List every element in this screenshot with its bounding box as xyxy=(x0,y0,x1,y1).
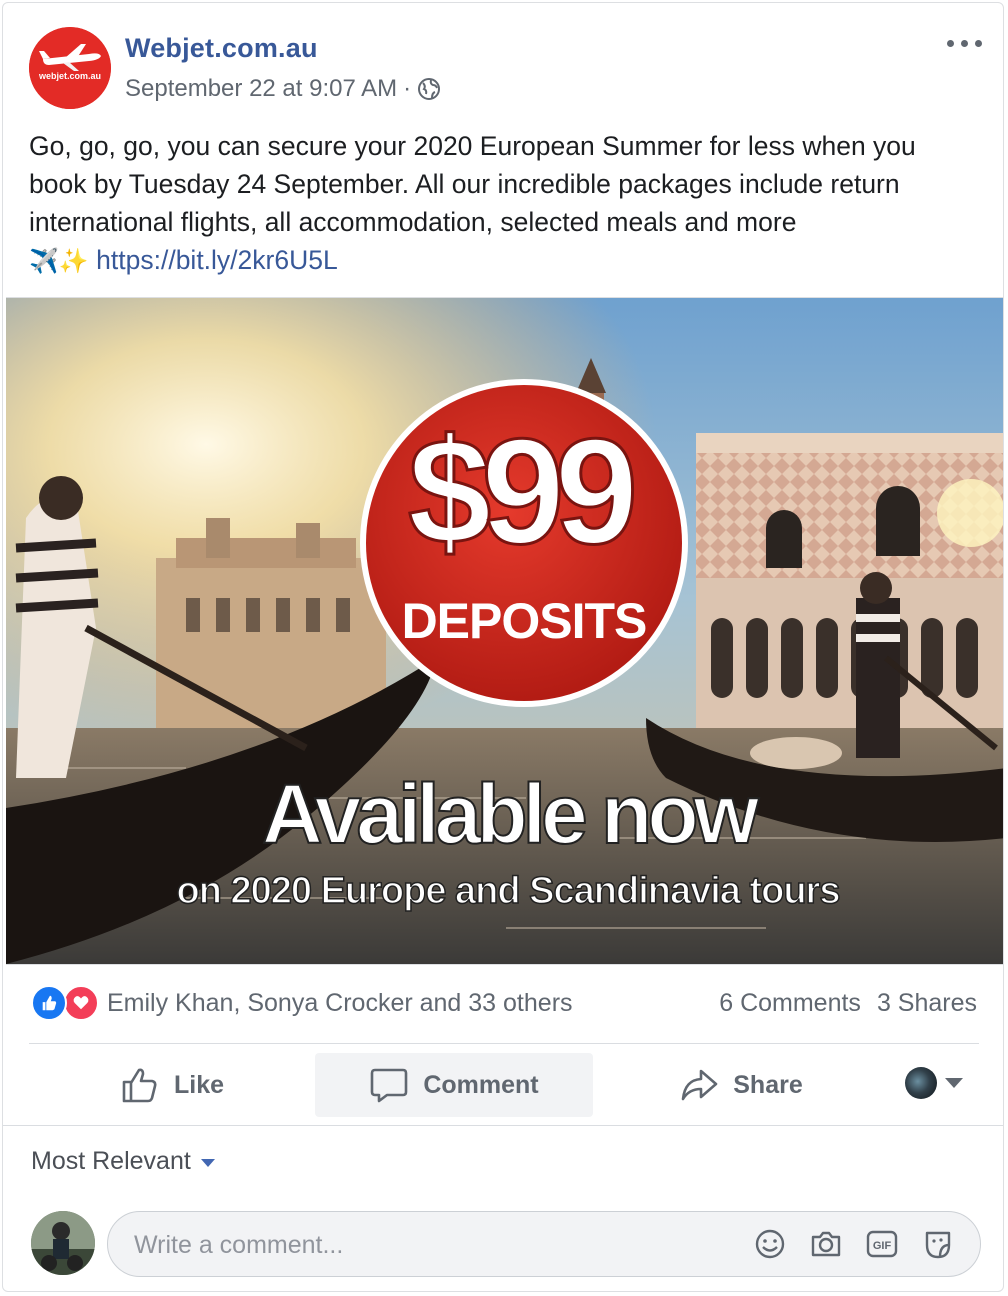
post-link[interactable]: https://bit.ly/2kr6U5L xyxy=(96,245,338,275)
comment-composer: GIF xyxy=(107,1211,981,1278)
post-image[interactable]: $99 DEPOSITS Available now on 2020 Europ… xyxy=(6,297,1003,965)
caret-down-icon xyxy=(200,1158,215,1167)
comment-sort-dropdown[interactable]: Most Relevant xyxy=(31,1147,215,1176)
post-meta: September 22 at 9:07 AM · xyxy=(125,75,441,103)
reaction-summary[interactable]: Emily Khan, Sonya Crocker and 33 others xyxy=(31,985,573,1021)
more-options-icon[interactable] xyxy=(945,31,985,55)
post-timestamp[interactable]: September 22 at 9:07 AM xyxy=(125,75,397,103)
comment-input[interactable] xyxy=(132,1212,716,1278)
subline-text: on 2020 Europe and Scandinavia tours xyxy=(177,870,840,912)
shares-count[interactable]: 3 Shares xyxy=(877,989,977,1018)
svg-text:GIF: GIF xyxy=(873,1240,892,1252)
sparkles-emoji-icon: ✨ xyxy=(58,247,89,275)
post-body-text: Go, go, go, you can secure your 2020 Eur… xyxy=(29,131,916,237)
post-message: Go, go, go, you can secure your 2020 Eur… xyxy=(29,127,979,280)
love-reaction-icon xyxy=(63,985,99,1021)
sticker-icon[interactable] xyxy=(922,1227,954,1261)
gif-icon[interactable]: GIF xyxy=(866,1227,898,1261)
engagement-counts: 6 Comments 3 Shares xyxy=(719,989,977,1018)
airplane-emoji-icon: ✈️ xyxy=(29,247,59,275)
share-label: Share xyxy=(733,1070,803,1099)
divider xyxy=(3,1125,1003,1126)
divider xyxy=(29,1043,979,1044)
action-bar: Like Comment Share xyxy=(29,1053,979,1117)
comments-count[interactable]: 6 Comments xyxy=(719,989,861,1018)
page-avatar[interactable]: webjet.com.au xyxy=(29,27,111,109)
post-card: webjet.com.au Webjet.com.au September 22… xyxy=(2,2,1004,1292)
headline-text: Available now xyxy=(262,767,760,861)
like-button[interactable]: Like xyxy=(29,1053,315,1117)
post-as-selector[interactable] xyxy=(905,1067,963,1099)
camera-icon[interactable] xyxy=(810,1227,842,1261)
composer-icons: GIF xyxy=(754,1227,954,1261)
meta-separator: · xyxy=(403,75,412,102)
deposits-text: DEPOSITS xyxy=(402,593,647,649)
venice-promo-image: $99 DEPOSITS Available now on 2020 Europ… xyxy=(6,298,1003,964)
svg-text:webjet.com.au: webjet.com.au xyxy=(38,71,101,81)
emoji-icon[interactable] xyxy=(754,1227,786,1261)
reactors-text[interactable]: Emily Khan, Sonya Crocker and 33 others xyxy=(107,989,573,1018)
sort-label: Most Relevant xyxy=(31,1147,191,1175)
comment-button[interactable]: Comment xyxy=(315,1053,593,1117)
comment-label: Comment xyxy=(423,1070,539,1099)
chevron-down-icon xyxy=(945,1078,963,1088)
share-button[interactable]: Share xyxy=(593,1053,889,1117)
page-name-link[interactable]: Webjet.com.au xyxy=(125,33,318,64)
user-avatar[interactable] xyxy=(31,1211,95,1275)
globe-icon[interactable] xyxy=(417,77,441,101)
webjet-logo: webjet.com.au xyxy=(29,27,111,109)
price-text: $99 xyxy=(408,407,633,575)
thumbs-up-icon xyxy=(122,1068,157,1103)
share-arrow-icon xyxy=(681,1069,718,1101)
like-reaction-icon xyxy=(31,985,67,1021)
comment-bubble-icon xyxy=(371,1068,408,1103)
like-label: Like xyxy=(173,1070,225,1099)
user-mini-avatar xyxy=(905,1067,937,1099)
